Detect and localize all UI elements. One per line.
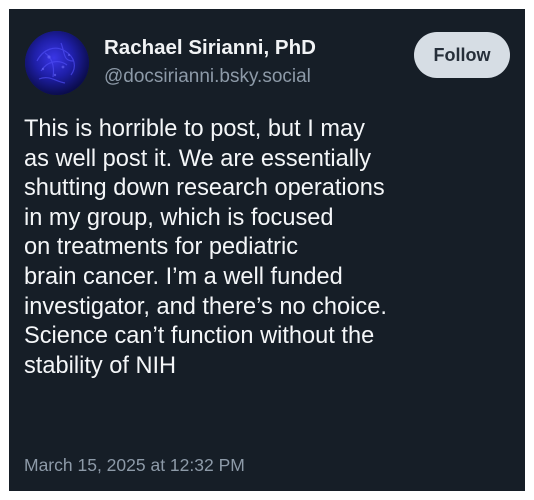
avatar[interactable] — [25, 31, 89, 95]
post-card: Rachael Sirianni, PhD @docsirianni.bsky.… — [9, 9, 525, 491]
post-text-line: investigator, and there’s no choice. — [24, 293, 387, 320]
author-display-name[interactable]: Rachael Sirianni, PhD — [104, 35, 404, 61]
post-timestamp[interactable]: March 15, 2025 at 12:32 PM — [24, 454, 245, 476]
post-text-line: on treatments for pediatric — [24, 234, 299, 261]
post-text-line: shutting down research operations — [24, 175, 385, 202]
author-handle[interactable]: @docsirianni.bsky.social — [104, 64, 404, 90]
post-text-line: stability of NIH — [24, 352, 177, 379]
follow-button[interactable]: Follow — [414, 32, 510, 78]
post-text-line: in my group, which is focused — [24, 204, 334, 231]
post-text-line: as well post it. We are essentially — [24, 145, 372, 172]
post-text-line: This is horrible to post, but I may — [24, 116, 365, 142]
post-text: This is horrible to post, but I may as w… — [24, 115, 519, 381]
author-info: Rachael Sirianni, PhD @docsirianni.bsky.… — [104, 35, 404, 90]
post-text-line: Science can’t function without the — [24, 323, 375, 350]
post-text-line: brain cancer. I’m a well funded — [24, 263, 343, 290]
profile-avatar-icon — [25, 31, 89, 95]
